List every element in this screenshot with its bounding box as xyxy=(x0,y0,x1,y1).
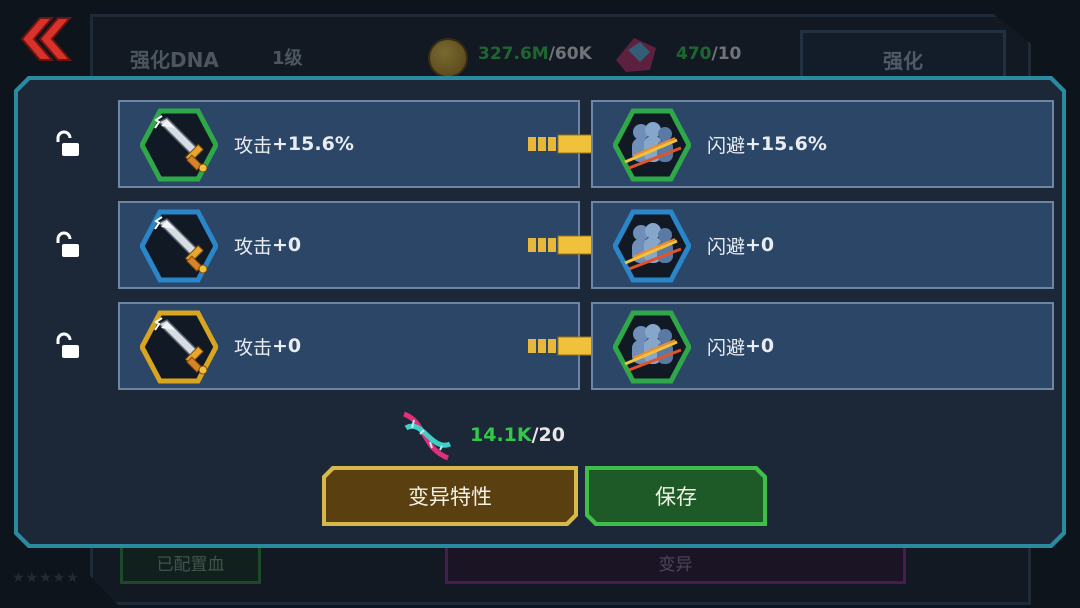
trait-text: 闪避 +15.6% xyxy=(707,102,827,186)
new-trait-panel: 闪避 +0 xyxy=(591,201,1054,289)
gem-counter: 470/10 xyxy=(676,44,741,64)
dna-have: 14.1K xyxy=(470,424,532,446)
save-button-label: 保存 xyxy=(589,470,763,522)
trait-text: 闪避 +0 xyxy=(707,304,774,388)
trait-value: +15.6% xyxy=(272,133,354,155)
trait-value: +0 xyxy=(745,234,775,256)
mutation-cost: 14.1K/20 xyxy=(470,424,565,446)
level-label: 1级 xyxy=(272,48,303,69)
trait-text: 闪避 +0 xyxy=(707,203,774,287)
dodge-icon xyxy=(613,209,691,283)
gold-counter: 327.6M/60K xyxy=(478,44,592,64)
coin-icon xyxy=(428,38,468,78)
trait-value: +15.6% xyxy=(745,133,827,155)
trait-text: 攻击 +0 xyxy=(234,203,301,287)
unlock-icon[interactable] xyxy=(53,332,83,362)
current-trait-panel: 攻击 +15.6% xyxy=(118,100,580,188)
sword-icon xyxy=(140,310,218,384)
trait-name: 闪避 xyxy=(707,235,746,258)
unlock-icon[interactable] xyxy=(53,130,83,160)
gold-have: 327.6M xyxy=(478,44,549,64)
star-rating: ★★★★★ xyxy=(12,570,80,586)
trait-name: 闪避 xyxy=(707,336,746,359)
gold-need: /60K xyxy=(548,44,592,64)
trait-name: 攻击 xyxy=(234,235,273,258)
trait-value: +0 xyxy=(745,335,775,357)
gems-need: /10 xyxy=(711,44,742,64)
trait-name: 攻击 xyxy=(234,134,273,157)
mutate-button-label: 变异特性 xyxy=(326,470,574,522)
dodge-icon xyxy=(613,108,691,182)
save-button[interactable]: 保存 xyxy=(585,466,767,526)
dodge-icon xyxy=(613,310,691,384)
current-trait-panel: 攻击 +0 xyxy=(118,201,580,289)
gems-have: 470 xyxy=(676,44,712,64)
current-trait-panel: 攻击 +0 xyxy=(118,302,580,390)
new-trait-panel: 闪避 +15.6% xyxy=(591,100,1054,188)
trait-text: 攻击 +0 xyxy=(234,304,301,388)
trait-text: 攻击 +15.6% xyxy=(234,102,354,186)
gem-icon xyxy=(616,38,656,72)
back-arrow-icon[interactable] xyxy=(18,14,74,64)
dna-icon xyxy=(402,411,452,461)
sword-icon xyxy=(140,209,218,283)
trait-name: 闪避 xyxy=(707,134,746,157)
dna-label: 强化DNA xyxy=(130,48,219,72)
dna-need: /20 xyxy=(531,424,565,446)
trait-value: +0 xyxy=(272,335,302,357)
mutate-trait-button[interactable]: 变异特性 xyxy=(322,466,578,526)
trait-name: 攻击 xyxy=(234,336,273,359)
trait-value: +0 xyxy=(272,234,302,256)
sword-icon xyxy=(140,108,218,182)
new-trait-panel: 闪避 +0 xyxy=(591,302,1054,390)
unlock-icon[interactable] xyxy=(53,231,83,261)
